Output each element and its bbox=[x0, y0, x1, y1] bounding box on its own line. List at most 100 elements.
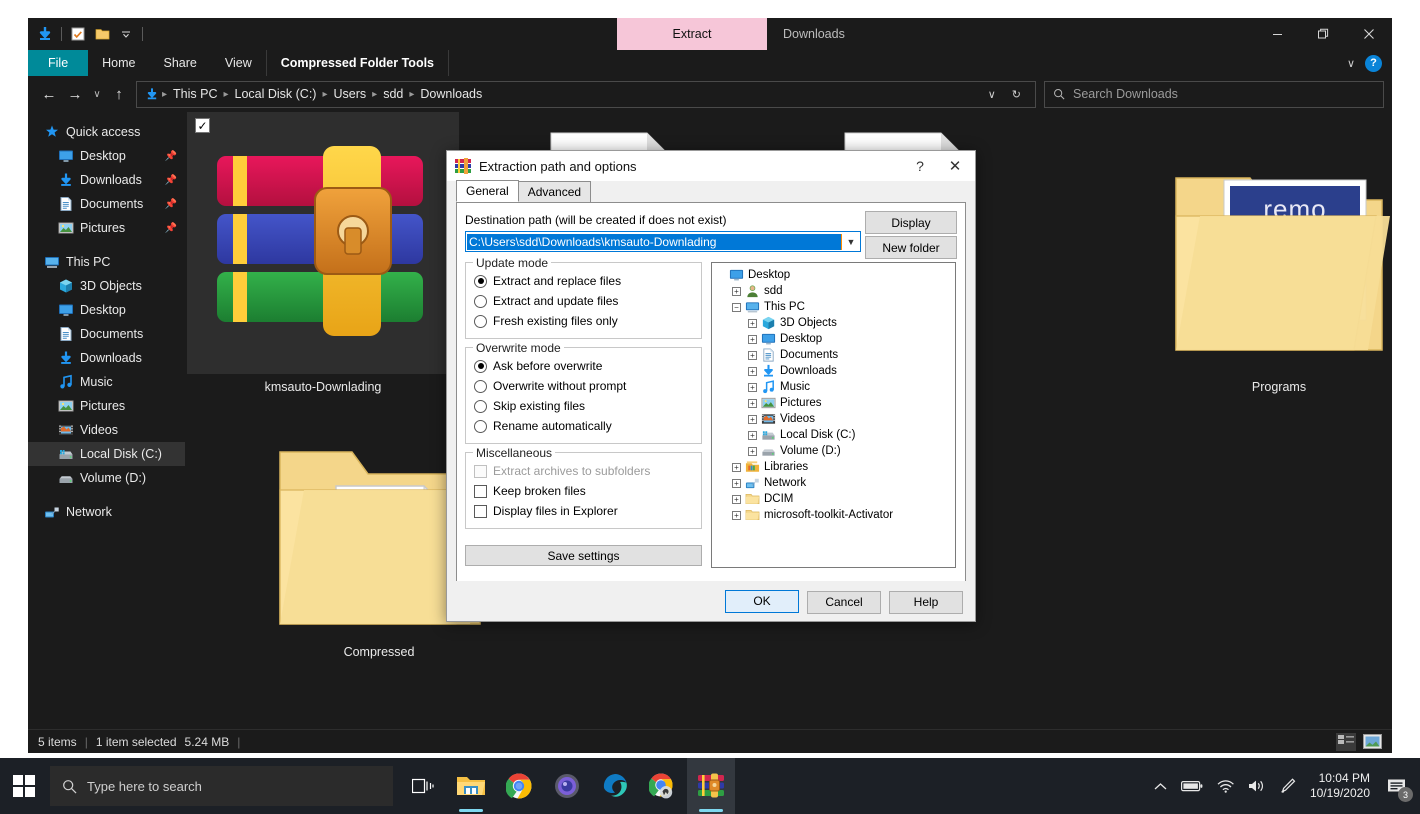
radio-rename-automatically[interactable]: Rename automatically bbox=[474, 416, 693, 436]
help-button[interactable]: Help bbox=[889, 590, 963, 614]
notification-center-button[interactable]: 3 bbox=[1384, 773, 1413, 802]
winrar-icon[interactable] bbox=[687, 758, 735, 814]
battery-icon[interactable] bbox=[1180, 780, 1203, 792]
tree-node-downloads[interactable]: + Downloads bbox=[714, 363, 953, 379]
sidebar-item-this-pc[interactable]: This PC bbox=[28, 250, 185, 274]
start-button[interactable] bbox=[0, 758, 48, 814]
dialog-close-button[interactable]: ✕ bbox=[935, 151, 975, 181]
tree-expander-plus-icon[interactable]: + bbox=[748, 430, 757, 440]
properties-icon[interactable] bbox=[67, 23, 89, 45]
radio-extract-and-update-files[interactable]: Extract and update files bbox=[474, 291, 693, 311]
volume-icon[interactable] bbox=[1248, 779, 1265, 793]
chevron-down-icon[interactable]: ∨ bbox=[1347, 57, 1355, 70]
show-hidden-icons-button[interactable] bbox=[1154, 782, 1167, 791]
breadcrumb-item-sdd[interactable]: sdd bbox=[378, 87, 408, 101]
sidebar-item-downloads[interactable]: Downloads 📌 bbox=[28, 168, 185, 192]
tree-expander-plus-icon[interactable]: + bbox=[732, 462, 741, 472]
chevron-down-icon[interactable]: ▼ bbox=[842, 237, 860, 247]
maximize-restore-button[interactable] bbox=[1300, 18, 1346, 50]
sidebar-item-local-disk-c[interactable]: Local Disk (C:) bbox=[28, 442, 185, 466]
sidebar-item-downloads[interactable]: Downloads bbox=[28, 346, 185, 370]
tab-general[interactable]: General bbox=[456, 180, 519, 202]
google-chrome-icon[interactable] bbox=[495, 758, 543, 814]
tab-compressed-folder-tools[interactable]: Compressed Folder Tools bbox=[265, 50, 449, 76]
new-folder-button[interactable]: New folder bbox=[865, 236, 957, 259]
sidebar-item-3d-objects[interactable]: 3D Objects bbox=[28, 274, 185, 298]
tab-view[interactable]: View bbox=[211, 50, 266, 76]
tree-node-local-disk-c[interactable]: + Local Disk (C:) bbox=[714, 427, 953, 443]
radio-overwrite-without-prompt[interactable]: Overwrite without prompt bbox=[474, 376, 693, 396]
tree-node-network[interactable]: + Network bbox=[714, 475, 953, 491]
refresh-icon[interactable]: ↻ bbox=[1004, 88, 1029, 101]
tree-expander-plus-icon[interactable]: + bbox=[748, 366, 757, 376]
sidebar-item-videos[interactable]: Videos bbox=[28, 418, 185, 442]
microsoft-edge-icon[interactable] bbox=[591, 758, 639, 814]
pin-icon[interactable]: 📌 bbox=[165, 151, 177, 162]
tree-expander-plus-icon[interactable]: + bbox=[748, 446, 757, 456]
downloads-icon[interactable] bbox=[34, 23, 56, 45]
address-dropdown-icon[interactable]: ∨ bbox=[980, 88, 1004, 101]
tree-node-pictures[interactable]: + Pictures bbox=[714, 395, 953, 411]
customize-chevron-icon[interactable] bbox=[115, 23, 137, 45]
sidebar-item-desktop[interactable]: Desktop bbox=[28, 298, 185, 322]
tree-node-3d-objects[interactable]: +3D Objects bbox=[714, 315, 953, 331]
tree-expander-plus-icon[interactable]: + bbox=[732, 494, 741, 504]
up-button[interactable]: ↑ bbox=[106, 81, 132, 107]
tree-node-microsoft-toolkit-activator[interactable]: + microsoft-toolkit-Activator bbox=[714, 507, 953, 523]
tab-file[interactable]: File bbox=[28, 50, 89, 76]
checkbox-display-files-in-explorer[interactable]: Display files in Explorer bbox=[474, 501, 693, 521]
tree-node-videos[interactable]: + Videos bbox=[714, 411, 953, 427]
selection-checkbox[interactable]: ✓ bbox=[195, 118, 210, 133]
tree-node-this-pc[interactable]: − This PC bbox=[714, 299, 953, 315]
tree-expander-minus-icon[interactable]: − bbox=[732, 302, 741, 312]
back-button[interactable]: ← bbox=[36, 81, 62, 107]
ok-button[interactable]: OK bbox=[725, 589, 799, 613]
radio-fresh-existing-files-only[interactable]: Fresh existing files only bbox=[474, 311, 693, 331]
sidebar-item-documents[interactable]: Documents bbox=[28, 322, 185, 346]
file-explorer-icon[interactable] bbox=[447, 758, 495, 814]
tree-expander-plus-icon[interactable]: + bbox=[732, 286, 741, 296]
help-icon[interactable]: ? bbox=[1365, 54, 1382, 72]
breadcrumb-item-downloads[interactable]: Downloads bbox=[415, 87, 487, 101]
cancel-button[interactable]: Cancel bbox=[807, 590, 881, 614]
tree-expander-plus-icon[interactable]: + bbox=[748, 414, 757, 424]
tree-expander-plus-icon[interactable]: + bbox=[748, 350, 757, 360]
tree-expander-plus-icon[interactable]: + bbox=[748, 334, 757, 344]
close-button[interactable] bbox=[1346, 18, 1392, 50]
tab-advanced[interactable]: Advanced bbox=[517, 181, 592, 202]
breadcrumb-item-users[interactable]: Users bbox=[329, 87, 372, 101]
tree-node-desktop[interactable]: Desktop bbox=[714, 267, 953, 283]
sidebar-item-desktop[interactable]: Desktop 📌 bbox=[28, 144, 185, 168]
task-view-icon[interactable] bbox=[399, 758, 447, 814]
radio-skip-existing-files[interactable]: Skip existing files bbox=[474, 396, 693, 416]
sidebar-item-music[interactable]: Music bbox=[28, 370, 185, 394]
sidebar-item-pictures[interactable]: Pictures 📌 bbox=[28, 216, 185, 240]
display-button[interactable]: Display bbox=[865, 211, 957, 234]
tree-node-volume-d[interactable]: + Volume (D:) bbox=[714, 443, 953, 459]
tree-expander-plus-icon[interactable]: + bbox=[748, 318, 757, 328]
forward-button[interactable]: → bbox=[62, 81, 88, 107]
tree-expander-plus-icon[interactable]: + bbox=[732, 510, 741, 520]
pin-icon[interactable]: 📌 bbox=[165, 223, 177, 234]
new-folder-icon[interactable] bbox=[91, 23, 113, 45]
checkbox-keep-broken-files[interactable]: Keep broken files bbox=[474, 481, 693, 501]
breadcrumb[interactable]: ▸ This PC ▸ Local Disk (C:) ▸ Users ▸ sd… bbox=[136, 80, 1036, 108]
wifi-icon[interactable] bbox=[1217, 779, 1234, 793]
destination-path-input[interactable]: C:\Users\sdd\Downloads\kmsauto-Downladin… bbox=[465, 231, 861, 252]
clock[interactable]: 10:04 PM 10/19/2020 bbox=[1310, 771, 1370, 801]
search-input[interactable]: Search Downloads bbox=[1044, 80, 1384, 108]
radio-extract-and-replace-files[interactable]: Extract and replace files bbox=[474, 271, 693, 291]
dialog-help-button[interactable]: ? bbox=[905, 151, 935, 181]
pin-icon[interactable]: 📌 bbox=[165, 199, 177, 210]
breadcrumb-item-local-disk[interactable]: Local Disk (C:) bbox=[230, 87, 322, 101]
details-view-icon[interactable] bbox=[1336, 732, 1356, 751]
tree-node-sdd[interactable]: + sdd bbox=[714, 283, 953, 299]
sidebar-item-network[interactable]: Network bbox=[28, 500, 185, 524]
taskbar-search-input[interactable]: Type here to search bbox=[50, 766, 393, 806]
tree-expander-plus-icon[interactable]: + bbox=[748, 398, 757, 408]
tree-node-dcim[interactable]: + DCIM bbox=[714, 491, 953, 507]
sidebar-item-volume-d[interactable]: Volume (D:) bbox=[28, 466, 185, 490]
tree-node-music[interactable]: + Music bbox=[714, 379, 953, 395]
sidebar-item-pictures[interactable]: Pictures bbox=[28, 394, 185, 418]
file-tile-programs[interactable]: remo Programs bbox=[1143, 122, 1392, 394]
